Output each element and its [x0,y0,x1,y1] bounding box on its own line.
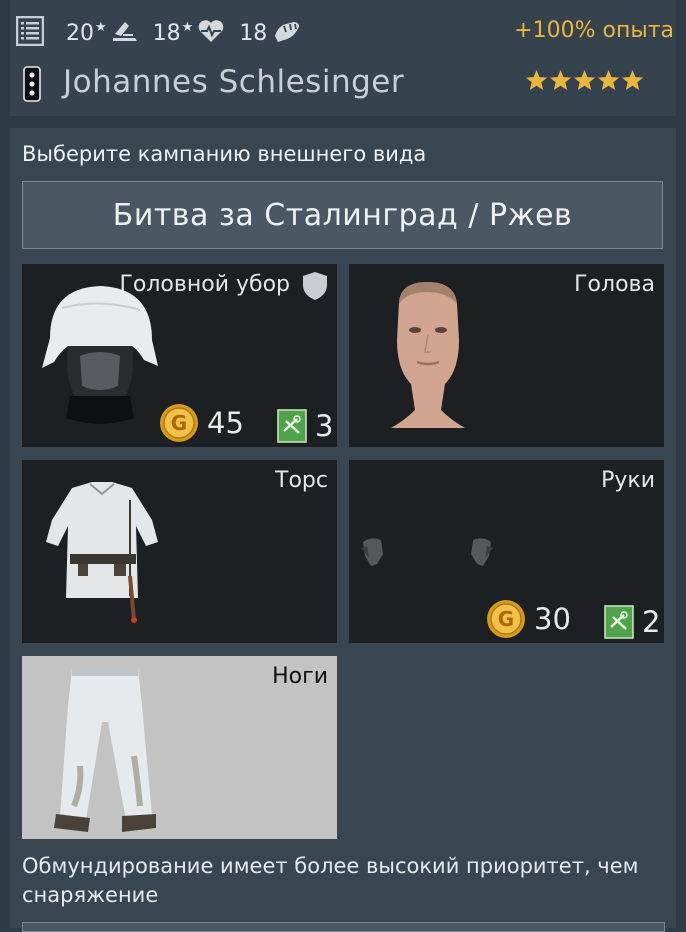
slot-hands[interactable]: Руки G 30 2 [349,460,664,643]
left-glove-image [361,538,383,566]
skill-icon [111,18,139,48]
svg-text:G: G [171,411,187,435]
health-icon [197,19,225,47]
rating-stars [525,69,644,91]
rank-icon [22,66,42,106]
svg-text:G: G [498,607,514,631]
slot-legs[interactable]: Ноги [22,656,337,839]
campaign-prompt: Выберите кампанию внешнего вида [22,142,427,166]
slot-torso[interactable]: Торс [22,460,337,643]
star-icon [549,69,572,91]
slot-headgear[interactable]: Головной убор G 45 3 [22,264,337,447]
stat-health-value: 18★ [152,19,194,46]
slot-legs-label: Ноги [272,664,328,689]
campaign-selector[interactable]: Битва за Сталинград / Ржев [22,181,663,249]
slot-head-label: Голова [574,272,655,297]
ticket-icon [277,409,307,443]
hands-ticket-price: 2 [604,605,660,639]
head-image [391,282,465,428]
soldier-stats: 20★ 18★ 18 [15,14,316,52]
player-name: Johannes Schlesinger [63,64,405,100]
strength-icon [272,18,302,48]
star-icon [525,69,548,91]
bottom-selector[interactable] [22,922,665,932]
winter-trousers-image [54,668,156,832]
slot-head[interactable]: Голова [349,264,664,447]
winter-helmet-image [42,286,158,424]
right-glove-image [471,538,493,566]
campaign-selector-label: Битва за Сталинград / Ржев [112,197,573,233]
star-icon [621,69,644,91]
gold-coin-icon: G [487,600,525,638]
slot-torso-label: Торс [275,468,328,493]
ticket-icon [604,605,634,639]
shield-icon [303,272,327,300]
hands-gold-price: G 30 [486,599,571,639]
stat-strength-value: 18 [239,20,268,46]
slot-headgear-label: Головной убор [119,272,290,297]
stat-skill-value: 20★ [66,19,107,46]
gold-coin-icon: G [160,404,198,442]
slot-hands-label: Руки [601,468,655,493]
star-icon [573,69,596,91]
list-icon[interactable] [15,15,45,50]
priority-note: Обмундирование имеет более высокий приор… [22,854,639,907]
winter-jacket-image [46,482,158,623]
star-icon [597,69,620,91]
headgear-ticket-price: 3 [277,409,333,443]
xp-bonus: +100% опыта [514,18,674,43]
headgear-gold-price: G 45 [159,403,244,443]
